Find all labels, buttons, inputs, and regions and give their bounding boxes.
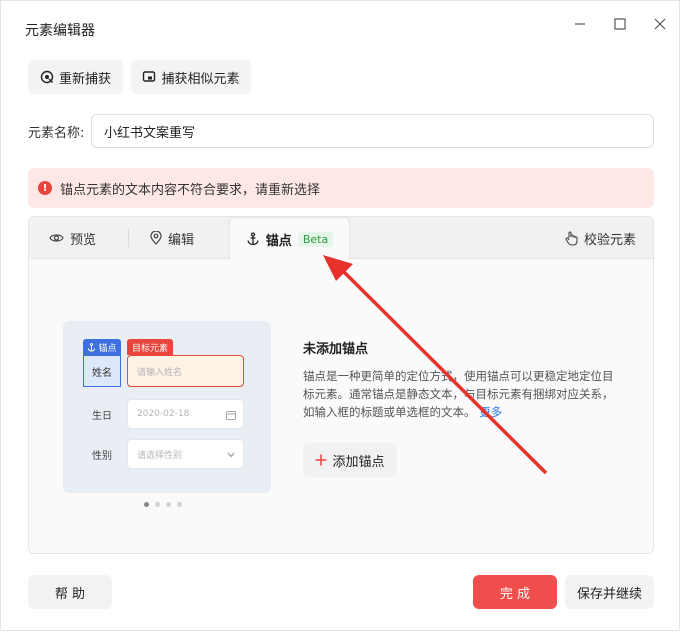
window-title: 元素编辑器	[25, 23, 95, 39]
gender-label: 性别	[92, 451, 112, 462]
carousel-dot[interactable]	[155, 502, 160, 507]
add-anchor-button[interactable]: 添加锚点	[303, 443, 397, 477]
element-name-label: 元素名称:	[28, 126, 85, 141]
carousel-dot[interactable]	[144, 502, 149, 507]
validate-element-label: 校验元素	[584, 232, 637, 248]
element-editor-window: 元素编辑器 重新捕获 捕获相似元素 元素名称: 小红书文案重写 ! 锚点元素的文…	[0, 0, 680, 631]
hand-pointer-icon	[565, 230, 578, 246]
minimize-icon	[575, 23, 585, 25]
maximize-icon	[614, 18, 626, 30]
anchor-illustration: 锚点 姓名 目标元素 请输入姓名 生日 2020-02-18 性别 请选择性别	[63, 321, 271, 493]
target-icon	[40, 70, 54, 84]
recapture-label: 重新捕获	[58, 71, 111, 87]
help-button[interactable]: 帮 助	[28, 575, 112, 609]
birthday-value: 2020-02-18	[137, 409, 190, 419]
more-link[interactable]: 更多	[479, 405, 502, 419]
element-name-input[interactable]: 小红书文案重写	[91, 114, 654, 148]
gender-select: 请选择性别	[127, 439, 244, 469]
birthday-input: 2020-02-18	[127, 399, 244, 429]
save-and-continue-button[interactable]: 保存并继续	[565, 575, 654, 609]
anchor-tag-label: 锚点	[98, 343, 117, 354]
tab-preview[interactable]: 预览	[49, 217, 96, 259]
birthday-label: 生日	[92, 411, 112, 422]
add-anchor-label: 添加锚点	[332, 454, 385, 470]
beta-badge: Beta	[297, 231, 334, 247]
maximize-button[interactable]	[608, 13, 632, 35]
no-anchor-title: 未添加锚点	[303, 342, 369, 357]
close-icon	[654, 18, 666, 30]
tab-preview-label: 预览	[70, 232, 97, 248]
anchor-icon	[247, 232, 259, 246]
gender-placeholder: 请选择性别	[137, 450, 183, 461]
eye-icon	[49, 234, 64, 242]
chevron-down-icon	[227, 452, 235, 458]
close-button[interactable]	[648, 13, 672, 35]
anchor-tag: 锚点	[83, 339, 121, 355]
tab-anchor[interactable]: 锚点 Beta	[229, 217, 350, 260]
location-pin-icon	[150, 231, 162, 245]
recapture-button[interactable]: 重新捕获	[28, 60, 123, 94]
tab-edit[interactable]: 编辑	[150, 217, 194, 259]
done-button[interactable]: 完 成	[473, 575, 557, 609]
similar-elements-icon	[143, 71, 156, 82]
carousel-dot[interactable]	[166, 502, 171, 507]
capture-similar-button[interactable]: 捕获相似元素	[131, 60, 251, 94]
anchor-description: 锚点是一种更简单的定位方式，使用锚点可以更稳定地定位目标元素。通常锚点是静态文本…	[303, 367, 623, 421]
target-name-input: 请输入姓名	[127, 355, 244, 387]
tab-divider	[128, 229, 129, 247]
calendar-icon	[226, 411, 236, 420]
editor-panel: 预览 编辑 锚点 Beta 校验元素 锚点 姓名 目标元素 请输入姓名 生日 2…	[28, 216, 654, 554]
carousel-dots	[144, 502, 182, 507]
target-element-tag: 目标元素	[127, 339, 173, 355]
title-bar: 元素编辑器	[1, 1, 680, 51]
plus-icon	[315, 454, 327, 466]
anchor-description-text: 锚点是一种更简单的定位方式，使用锚点可以更稳定地定位目标元素。通常锚点是静态文本…	[303, 369, 614, 419]
tab-bar: 预览 编辑 锚点 Beta 校验元素	[29, 217, 653, 260]
minimize-button[interactable]	[568, 13, 592, 35]
error-icon: !	[38, 181, 52, 195]
error-alert: ! 锚点元素的文本内容不符合要求，请重新选择	[28, 168, 654, 208]
validate-element-button[interactable]: 校验元素	[565, 217, 636, 259]
capture-similar-label: 捕获相似元素	[161, 71, 240, 87]
tab-anchor-label: 锚点	[265, 233, 292, 249]
anchor-name-label: 姓名	[83, 355, 121, 387]
tab-edit-label: 编辑	[168, 232, 195, 248]
anchor-icon	[88, 342, 96, 352]
carousel-dot[interactable]	[177, 502, 182, 507]
alert-message: 锚点元素的文本内容不符合要求，请重新选择	[60, 182, 321, 198]
